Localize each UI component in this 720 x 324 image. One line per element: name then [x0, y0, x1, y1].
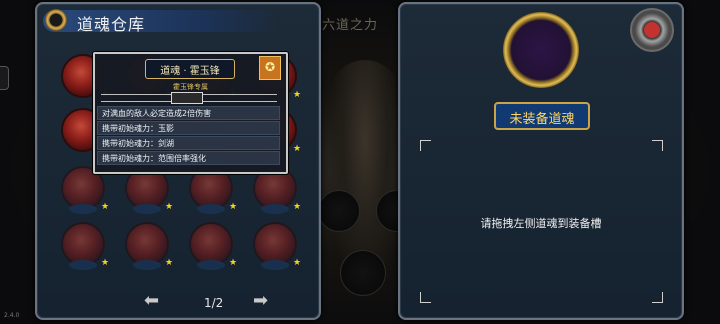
- tooltip-title: 道魂 · 霍玉锋: [160, 66, 220, 77]
- close-icon: [644, 22, 660, 38]
- star-icon: ★: [229, 202, 238, 212]
- storage-title: 道魂仓库: [77, 15, 146, 34]
- drop-zone-corner: [652, 140, 663, 151]
- equip-slot[interactable]: [503, 12, 579, 88]
- star-icon: ★: [101, 258, 110, 268]
- equip-hint: 请拖拽左侧道魂到装备槽: [480, 217, 602, 230]
- soul-slot[interactable]: [63, 168, 103, 214]
- soul-slot[interactable]: [127, 168, 167, 214]
- soul-slot[interactable]: [191, 224, 231, 270]
- drop-zone-corner: [420, 292, 431, 303]
- arrow-right-icon[interactable]: ➡: [253, 292, 287, 310]
- page-indicator: 1/2: [204, 296, 224, 310]
- star-icon: ★: [293, 90, 302, 100]
- tooltip-effect-line: 携带初始魂力：范围倍率强化: [97, 151, 280, 165]
- equip-panel: 未装备道魂 请拖拽左侧道魂到装备槽: [398, 2, 684, 320]
- star-icon: ★: [165, 258, 174, 268]
- drop-zone-corner: [652, 292, 663, 303]
- version-label: 2.4.0: [4, 312, 20, 319]
- soul-slot[interactable]: [255, 224, 295, 270]
- tooltip-effect-line: 对满血的敌人必定造成2倍伤害: [97, 106, 280, 120]
- star-icon: ★: [101, 202, 110, 212]
- equip-status-frame: 未装备道魂: [494, 102, 590, 130]
- background-title: 六道之力: [322, 18, 379, 33]
- side-menu-tab[interactable]: [0, 66, 9, 90]
- equip-status-label: 未装备道魂: [509, 112, 575, 127]
- star-icon: ★: [293, 144, 302, 154]
- rank-badge-icon: ✪: [259, 56, 281, 80]
- tooltip-effect-line: 携带初始魂力：剑湖: [97, 136, 280, 150]
- soul-slot[interactable]: [191, 168, 231, 214]
- arrow-left-icon[interactable]: ⬅: [144, 292, 178, 310]
- close-button[interactable]: [630, 8, 674, 52]
- tooltip-divider-ornament: [171, 92, 203, 104]
- background-ring: [340, 250, 386, 296]
- star-icon: ★: [229, 258, 238, 268]
- soul-slot[interactable]: [63, 224, 103, 270]
- soul-slot[interactable]: [255, 168, 295, 214]
- star-icon: ★: [293, 202, 302, 212]
- tooltip-title-frame: 道魂 · 霍玉锋: [145, 59, 235, 79]
- background-ring: [318, 190, 360, 232]
- tooltip-effect-line: 携带初始魂力：玉影: [97, 121, 280, 135]
- tooltip-subtitle: 霍玉锋专属: [173, 83, 208, 91]
- star-icon: ★: [165, 202, 174, 212]
- soul-slot[interactable]: [127, 224, 167, 270]
- drop-zone-corner: [420, 140, 431, 151]
- soul-tooltip: 道魂 · 霍玉锋 ✪ 霍玉锋专属 对满血的敌人必定造成2倍伤害 携带初始魂力：玉…: [93, 52, 288, 174]
- soul-emblem-icon: [45, 9, 67, 31]
- star-icon: ★: [293, 258, 302, 268]
